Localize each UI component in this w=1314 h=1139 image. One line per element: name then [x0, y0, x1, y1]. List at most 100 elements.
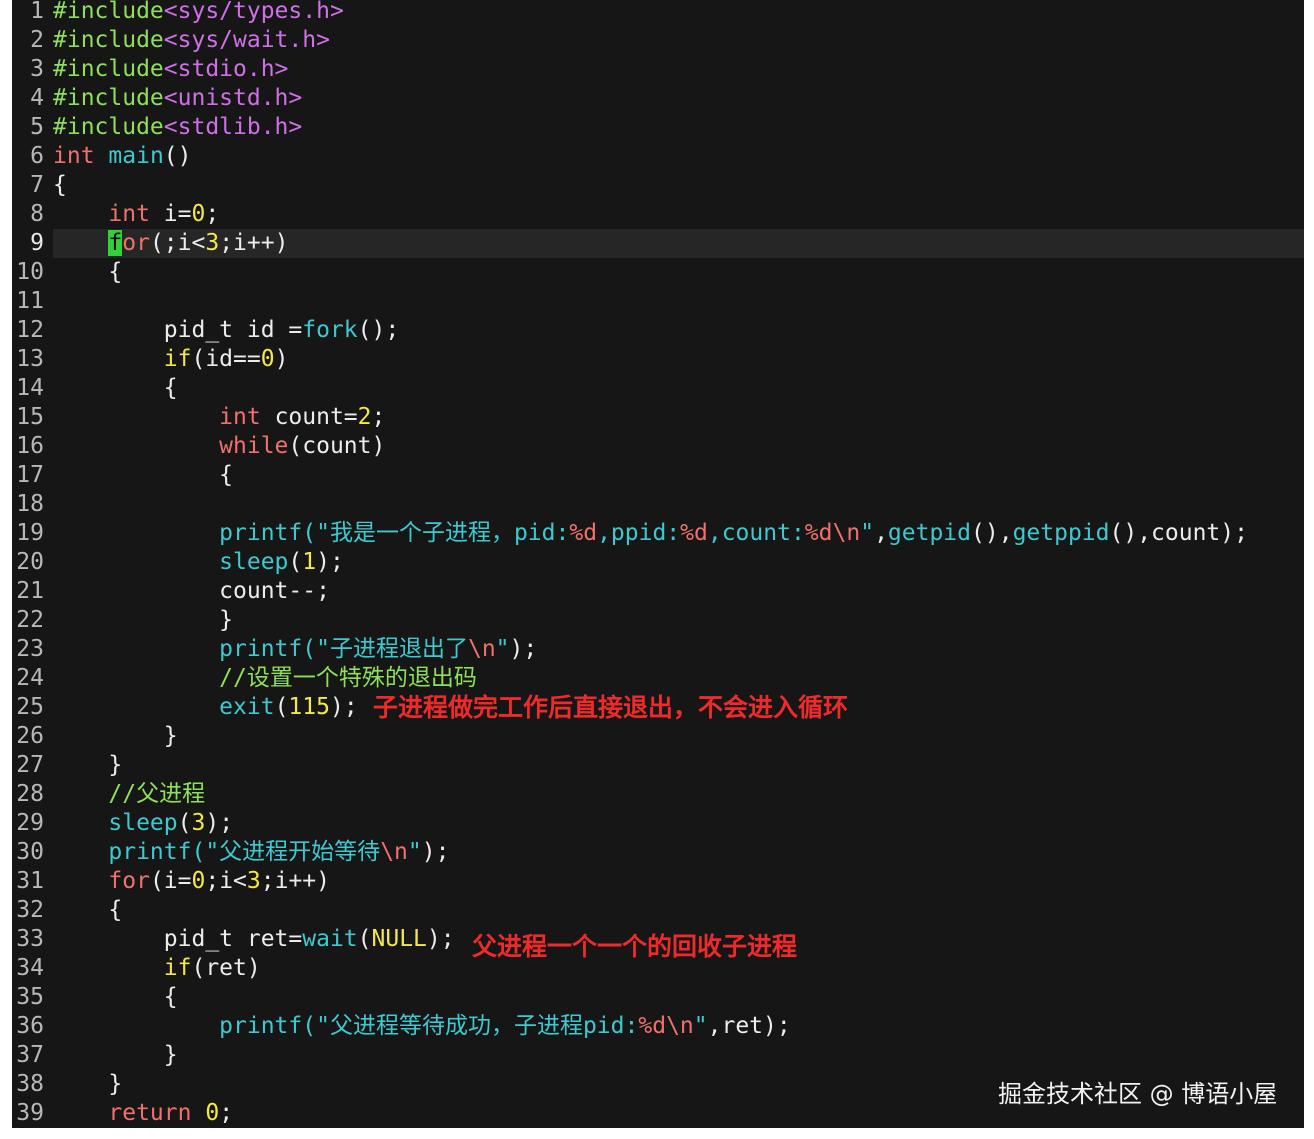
code-line[interactable]: 5 #include<stdlib.h>: [12, 113, 1304, 142]
code-text[interactable]: #include<stdio.h>: [53, 55, 1304, 84]
code-line[interactable]: 21 count--;: [12, 577, 1304, 606]
code-line[interactable]: 4 #include<unistd.h>: [12, 84, 1304, 113]
text-cursor: f: [108, 230, 123, 256]
code-text[interactable]: //父进程: [53, 780, 1304, 809]
code-text[interactable]: sleep(3);: [53, 809, 1304, 838]
code-token: getpid: [887, 520, 972, 546]
code-line[interactable]: 32 {: [12, 896, 1304, 925]
code-line[interactable]: 6 int main(): [12, 142, 1304, 171]
code-line[interactable]: 20 sleep(1);: [12, 548, 1304, 577]
code-line[interactable]: 31 for(i=0;i<3;i++): [12, 867, 1304, 896]
code-text[interactable]: count--;: [53, 577, 1304, 606]
code-text[interactable]: }: [53, 751, 1304, 780]
code-text[interactable]: #include<stdlib.h>: [53, 113, 1304, 142]
code-text[interactable]: while(count): [53, 432, 1304, 461]
line-number: 33: [16, 926, 44, 952]
code-text[interactable]: printf("父进程开始等待\n");: [53, 838, 1304, 867]
code-token: if: [163, 346, 192, 372]
code-text[interactable]: int main(): [53, 142, 1304, 171]
code-line[interactable]: 24 //设置一个特殊的退出码: [12, 664, 1304, 693]
code-token: ("子进程退出了: [302, 636, 468, 662]
code-text[interactable]: }: [53, 1041, 1304, 1070]
code-text[interactable]: #include<sys/types.h>: [53, 0, 1304, 26]
code-token: <unistd.h>: [163, 85, 303, 111]
code-text[interactable]: for(;i<3;i++): [53, 229, 1304, 258]
code-line[interactable]: 19 printf("我是一个子进程，pid:%d,ppid:%d,count:…: [12, 519, 1304, 548]
code-text[interactable]: for(i=0;i<3;i++): [53, 867, 1304, 896]
code-line[interactable]: 18: [12, 490, 1304, 519]
code-token: #include: [53, 85, 164, 111]
code-text[interactable]: printf("子进程退出了\n");: [53, 635, 1304, 664]
code-token: (: [177, 810, 192, 836]
code-line[interactable]: 35 {: [12, 983, 1304, 1012]
line-number: 25: [16, 694, 44, 720]
code-text[interactable]: //设置一个特殊的退出码: [53, 664, 1304, 693]
code-line[interactable]: 30 printf("父进程开始等待\n");: [12, 838, 1304, 867]
code-text[interactable]: #include<sys/wait.h>: [53, 26, 1304, 55]
code-text[interactable]: [53, 490, 1304, 519]
code-line[interactable]: 1 #include<sys/types.h>: [12, 0, 1304, 26]
code-token: sleep: [108, 810, 178, 836]
annotation-parent-wait: 父进程一个一个的回收子进程: [472, 932, 798, 961]
code-text[interactable]: }: [53, 722, 1304, 751]
code-line[interactable]: 15 int count=2;: [12, 403, 1304, 432]
line-number: 37: [16, 1042, 44, 1068]
code-line[interactable]: 27 }: [12, 751, 1304, 780]
code-token: pid_t id =: [53, 317, 303, 343]
code-line[interactable]: 26 }: [12, 722, 1304, 751]
line-number: 32: [16, 897, 44, 923]
line-number: 9: [30, 230, 44, 256]
code-line[interactable]: 16 while(count): [12, 432, 1304, 461]
code-line[interactable]: 11: [12, 287, 1304, 316]
code-line[interactable]: 13 if(id==0): [12, 345, 1304, 374]
code-line[interactable]: 37 }: [12, 1041, 1304, 1070]
code-text[interactable]: #include<unistd.h>: [53, 84, 1304, 113]
code-text[interactable]: sleep(1);: [53, 548, 1304, 577]
code-line[interactable]: 23 printf("子进程退出了\n");: [12, 635, 1304, 664]
code-text[interactable]: {: [53, 896, 1304, 925]
code-text[interactable]: printf("父进程等待成功，子进程pid:%d\n",ret);: [53, 1012, 1304, 1041]
code-line[interactable]: 36 printf("父进程等待成功，子进程pid:%d\n",ret);: [12, 1012, 1304, 1041]
code-line[interactable]: 17 {: [12, 461, 1304, 490]
code-token: (count): [288, 433, 386, 459]
code-token: );: [426, 926, 455, 952]
code-line[interactable]: 7{: [12, 171, 1304, 200]
code-text[interactable]: printf("我是一个子进程，pid:%d,ppid:%d,count:%d\…: [53, 519, 1304, 548]
code-text[interactable]: {: [53, 258, 1304, 287]
code-line[interactable]: 3 #include<stdio.h>: [12, 55, 1304, 84]
code-line[interactable]: 12 pid_t id =fork();: [12, 316, 1304, 345]
code-token: ("我是一个子进程，pid:: [302, 520, 570, 546]
line-number: 27: [16, 752, 44, 778]
code-text[interactable]: {: [53, 461, 1304, 490]
code-text[interactable]: int count=2;: [53, 403, 1304, 432]
line-number: 19: [16, 520, 44, 546]
code-token: );: [329, 694, 358, 720]
code-token: ,count:: [707, 520, 805, 546]
code-text[interactable]: }: [53, 606, 1304, 635]
code-line[interactable]: 29 sleep(3);: [12, 809, 1304, 838]
code-line[interactable]: 28 //父进程: [12, 780, 1304, 809]
code-text[interactable]: {: [53, 171, 1304, 200]
line-number: 5: [30, 114, 44, 140]
code-line[interactable]: 9 for(;i<3;i++): [12, 229, 1304, 258]
code-text[interactable]: [53, 287, 1304, 316]
code-text[interactable]: pid_t id =fork();: [53, 316, 1304, 345]
code-token: 1: [302, 549, 317, 575]
code-text[interactable]: {: [53, 374, 1304, 403]
code-line[interactable]: 22 }: [12, 606, 1304, 635]
line-number: 18: [16, 491, 44, 517]
code-token: {: [53, 462, 234, 488]
line-number: 16: [16, 433, 44, 459]
code-line[interactable]: 8 int i=0;: [12, 200, 1304, 229]
code-text[interactable]: {: [53, 983, 1304, 1012]
code-line[interactable]: 10 {: [12, 258, 1304, 287]
line-number: 6: [30, 143, 44, 169]
code-text[interactable]: if(id==0): [53, 345, 1304, 374]
code-line[interactable]: 14 {: [12, 374, 1304, 403]
code-line[interactable]: 2 #include<sys/wait.h>: [12, 26, 1304, 55]
line-number: 14: [16, 375, 44, 401]
code-text[interactable]: int i=0;: [53, 200, 1304, 229]
